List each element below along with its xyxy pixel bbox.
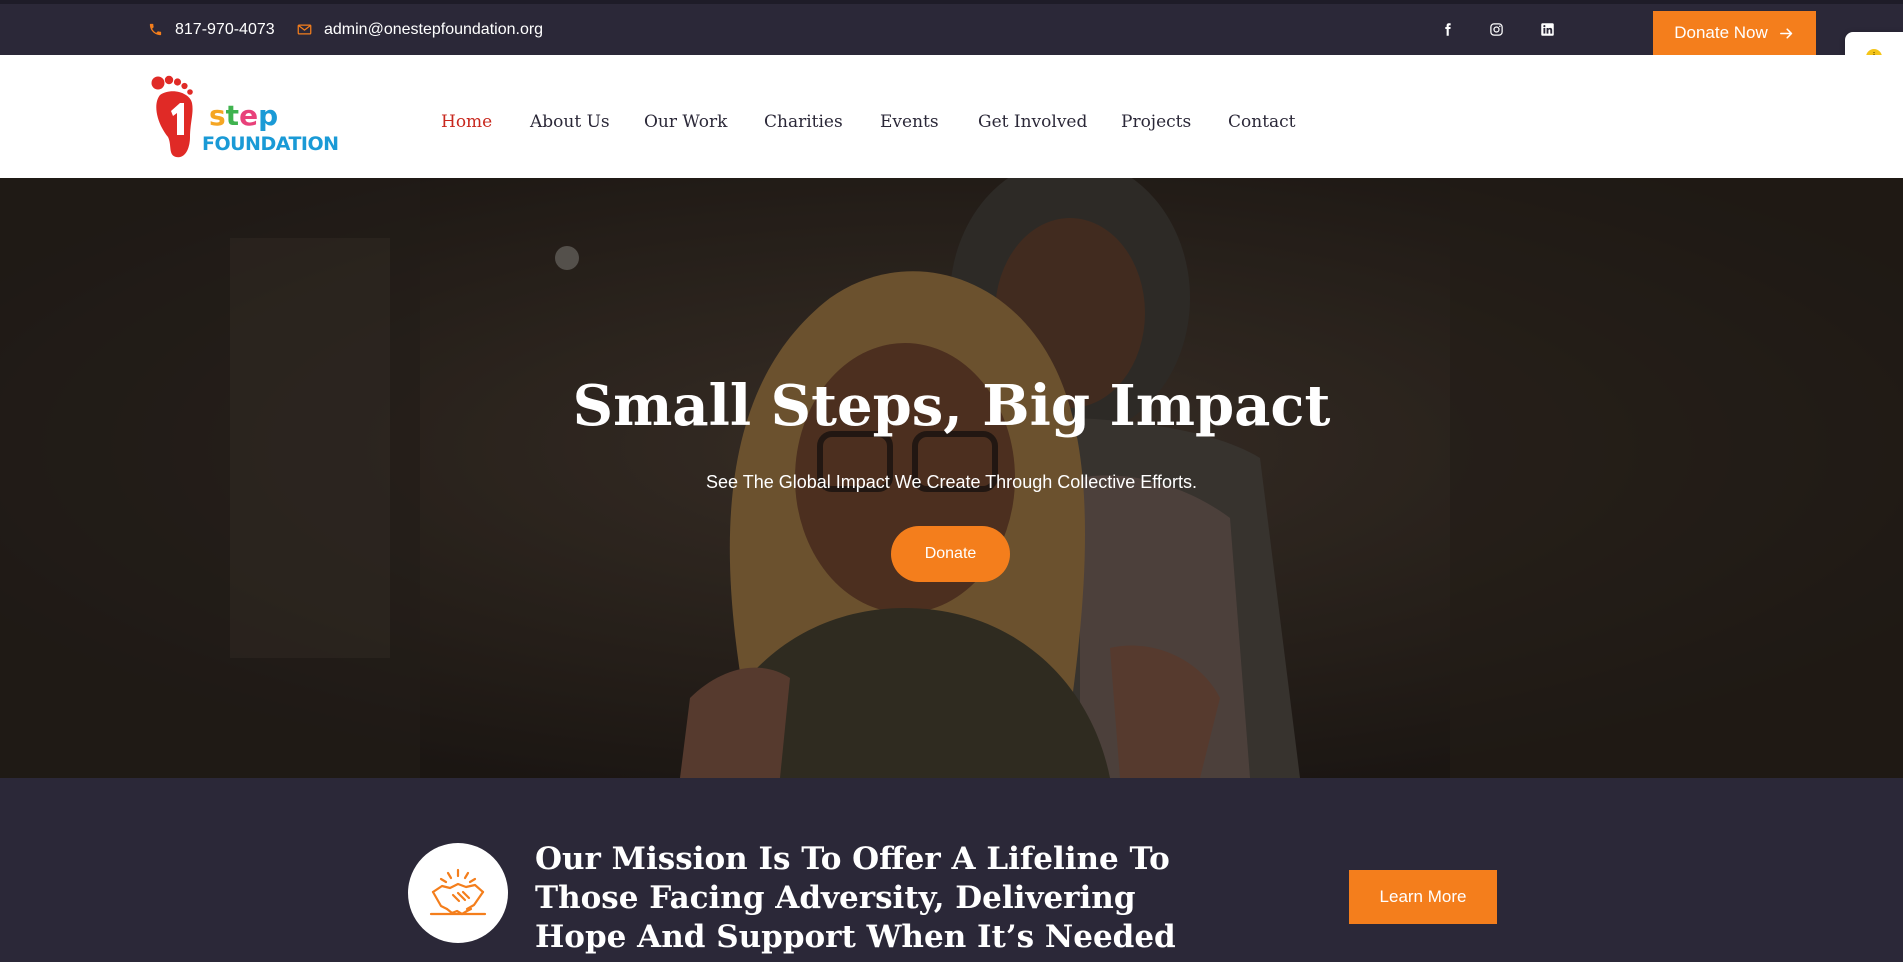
- nav-item-get-involved[interactable]: Get Involved: [978, 112, 1087, 132]
- arrow-right-icon: [1779, 27, 1793, 39]
- hero-donate-button[interactable]: Donate: [891, 526, 1010, 582]
- hero-subtitle: See The Global Impact We Create Through …: [706, 472, 1197, 492]
- phone-icon: [149, 23, 162, 36]
- logo-step-text: step: [209, 99, 279, 132]
- nav-item-projects[interactable]: Projects: [1121, 112, 1191, 132]
- donate-now-button[interactable]: Donate Now: [1653, 11, 1816, 55]
- email-address: admin@onestepfoundation.org: [324, 20, 544, 38]
- phone-contact[interactable]: 817-970-4073: [148, 4, 275, 55]
- logo-foundation-text: FOUNDATION: [202, 133, 339, 155]
- site-header: step FOUNDATION Home About Us Our Work C…: [0, 55, 1903, 178]
- hero-title: Small Steps, Big Impact: [572, 373, 1331, 439]
- mission-statement: Our Mission Is To Offer A Lifeline To Th…: [535, 841, 1176, 962]
- top-bar: 817-970-4073 admin@onestepfoundation.org…: [0, 0, 1903, 55]
- nav-item-events[interactable]: Events: [880, 112, 939, 132]
- donate-now-label: Donate Now: [1674, 23, 1768, 42]
- handshake-icon: [429, 868, 487, 916]
- phone-number: 817-970-4073: [175, 20, 275, 38]
- facebook-icon[interactable]: [1440, 4, 1455, 55]
- nav-item-our-work[interactable]: Our Work: [644, 112, 727, 132]
- linkedin-icon[interactable]: [1540, 4, 1555, 55]
- envelope-icon: [297, 24, 312, 35]
- nav-item-home[interactable]: Home: [441, 112, 492, 132]
- mission-section: Our Mission Is To Offer A Lifeline To Th…: [0, 778, 1903, 962]
- hero-banner: Small Steps, Big Impact See The Global I…: [0, 178, 1903, 778]
- learn-more-button[interactable]: Learn More: [1349, 870, 1497, 924]
- nav-item-about-us[interactable]: About Us: [530, 112, 610, 132]
- nav-item-charities[interactable]: Charities: [764, 112, 843, 132]
- site-logo[interactable]: step FOUNDATION: [150, 75, 339, 160]
- mission-icon-circle: [408, 843, 508, 943]
- nav-item-contact[interactable]: Contact: [1228, 112, 1296, 132]
- email-contact[interactable]: admin@onestepfoundation.org: [297, 4, 543, 55]
- instagram-icon[interactable]: [1489, 4, 1504, 55]
